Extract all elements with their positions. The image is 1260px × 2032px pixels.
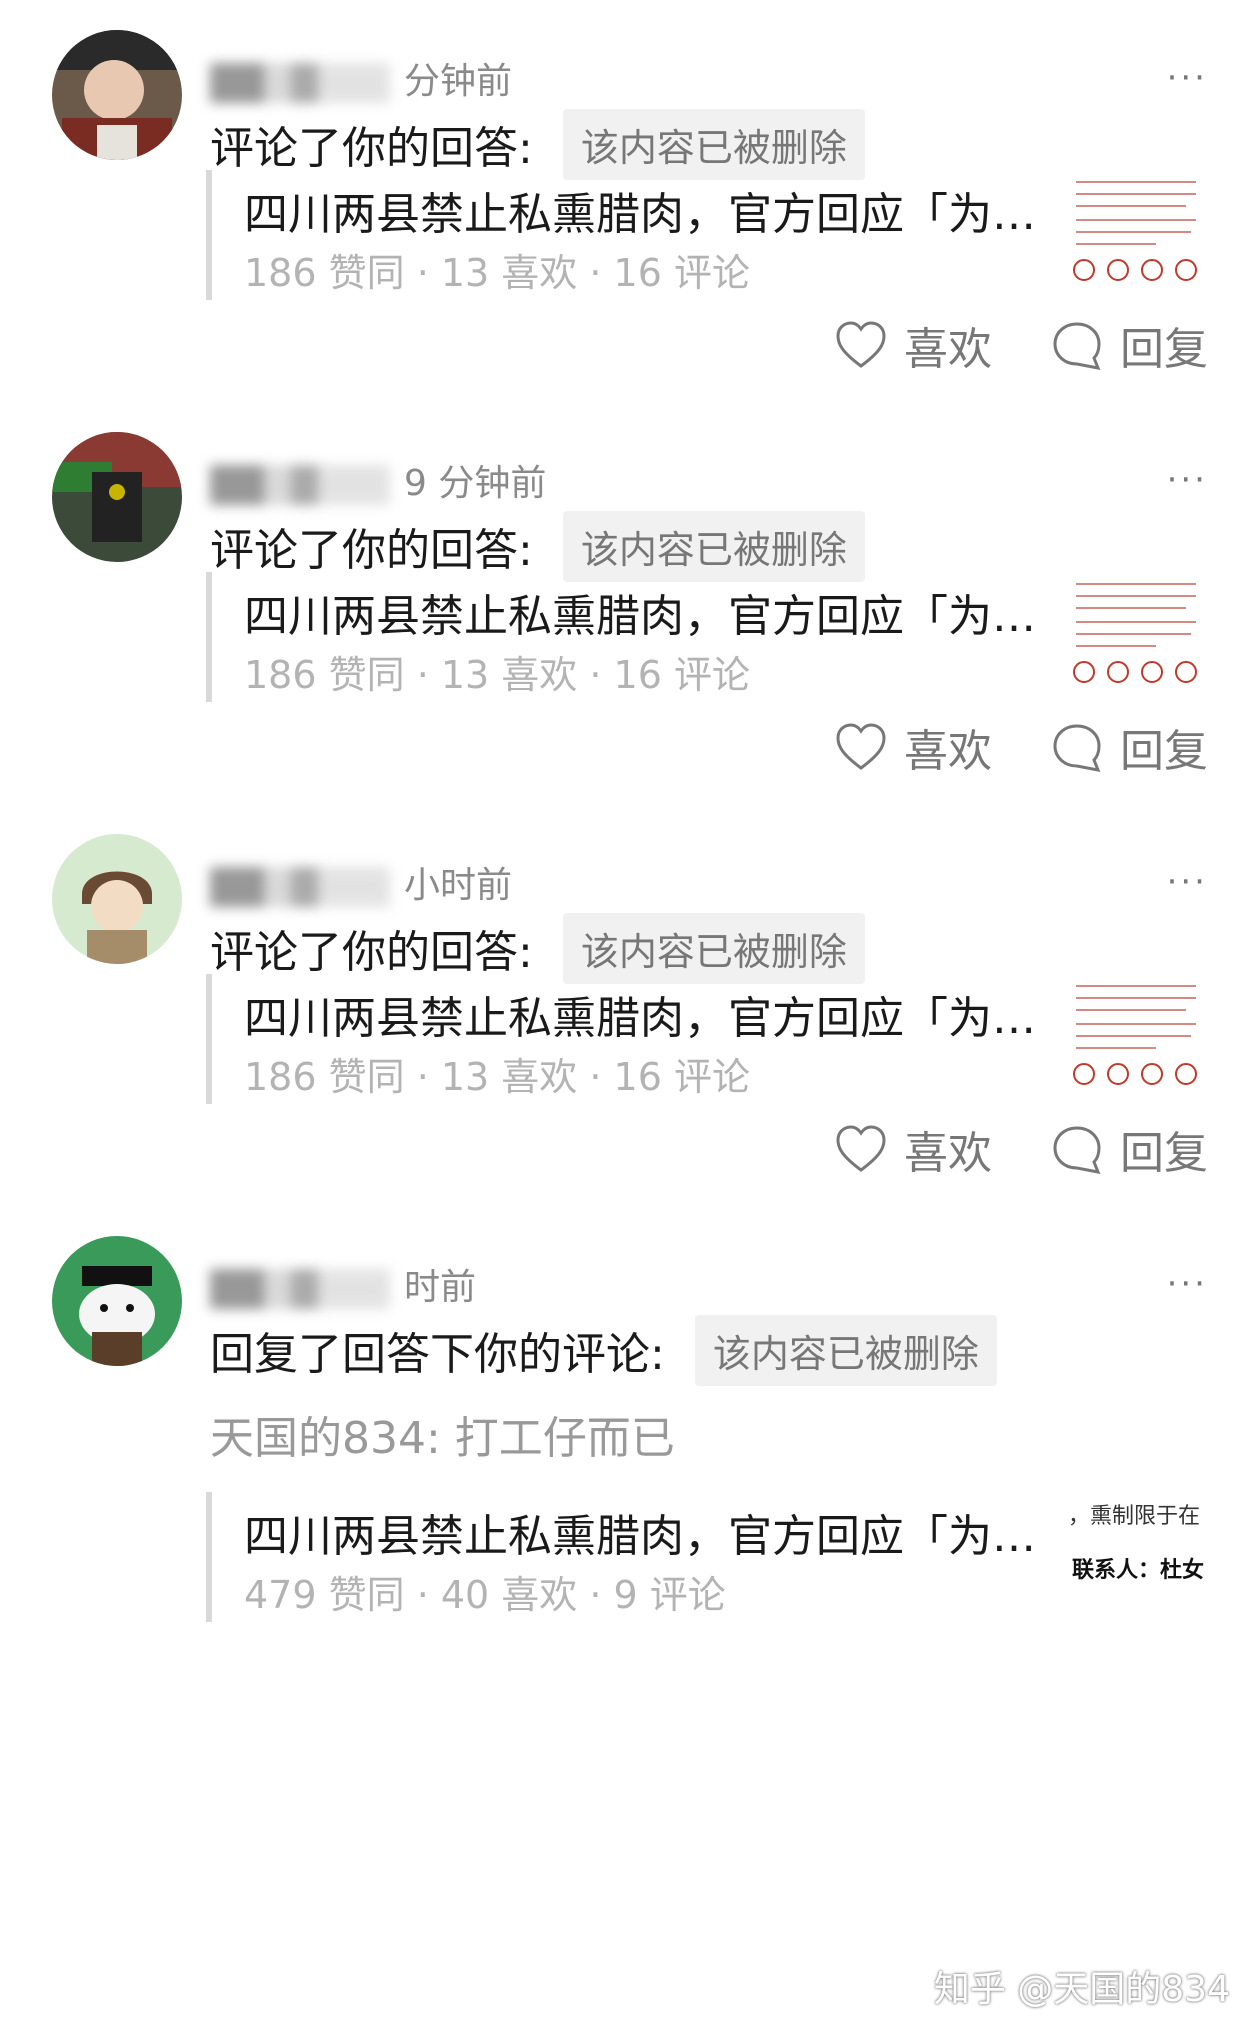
thumb-text-1: ，熏制限于在 <box>1068 1504 1201 1529</box>
heart-icon <box>836 1125 886 1172</box>
action-row: 评论了你的回答: 该内容已被删除 <box>210 108 865 180</box>
reply-button[interactable]: 回复 <box>1048 313 1208 377</box>
like-button[interactable]: 喜欢 <box>832 313 992 377</box>
speech-bubble-icon <box>1053 724 1101 772</box>
more-dots-icon[interactable]: ··· <box>1167 1264 1208 1304</box>
reply-button[interactable]: 回复 <box>1048 715 1208 779</box>
like-button[interactable]: 喜欢 <box>832 715 992 779</box>
ref-title: 四川两县禁止私熏腊肉，官方回应「为… <box>244 189 1036 240</box>
ref-stats: 186 赞同 · 13 喜欢 · 16 评论 <box>244 653 750 697</box>
username-and-time: 小时前 <box>210 856 512 908</box>
watermark: 知乎 @天国的834 <box>933 1969 1230 2010</box>
card-footer: 喜欢 回复 <box>776 310 1208 380</box>
action-row: 回复了回答下你的评论: 该内容已被删除 <box>210 1314 997 1386</box>
blurred-username <box>210 1269 390 1309</box>
avatar[interactable] <box>52 432 182 562</box>
action-row: 评论了你的回答: 该内容已被删除 <box>210 510 865 582</box>
card-footer: 喜欢 回复 <box>776 1114 1208 1184</box>
deleted-content-tag[interactable]: 该内容已被删除 <box>694 1314 997 1386</box>
heart-icon <box>836 321 886 368</box>
avatar[interactable] <box>52 834 182 964</box>
referenced-answer[interactable]: 四川两县禁止私熏腊肉，官方回应「为… 186 赞同 · 13 喜欢 · 16 评… <box>206 170 1206 300</box>
action-text: 评论了你的回答: <box>210 525 533 576</box>
ref-title: 四川两县禁止私熏腊肉，官方回应「为… <box>244 993 1036 1044</box>
blurred-username <box>210 867 390 907</box>
quoted-comment[interactable]: 天国的834: 打工仔而已 <box>210 1402 675 1466</box>
document-thumbnail: ，熏制限于在 联系人：杜女 <box>1066 1492 1206 1622</box>
ref-stats: 186 赞同 · 13 喜欢 · 16 评论 <box>244 1055 750 1099</box>
heart-icon <box>836 723 886 770</box>
ref-stats: 186 赞同 · 13 喜欢 · 16 评论 <box>244 251 750 295</box>
blurred-username <box>210 63 390 103</box>
time-text: 小时前 <box>404 865 513 906</box>
action-text: 评论了你的回答: <box>210 123 533 174</box>
action-text: 回复了回答下你的评论: <box>210 1329 665 1380</box>
thumb-text-2: 联系人：杜女 <box>1072 1558 1205 1583</box>
deleted-content-tag[interactable]: 该内容已被删除 <box>562 108 865 180</box>
more-dots-icon[interactable]: ··· <box>1167 862 1208 902</box>
more-dots-icon[interactable]: ··· <box>1167 460 1208 500</box>
document-thumbnail <box>1066 974 1206 1104</box>
like-label: 喜欢 <box>904 726 992 777</box>
speech-bubble-icon <box>1053 322 1101 370</box>
deleted-content-tag[interactable]: 该内容已被删除 <box>562 510 865 582</box>
ref-title: 四川两县禁止私熏腊肉，官方回应「为… <box>244 1511 1036 1562</box>
username-and-time: 9 分钟前 <box>210 454 546 506</box>
like-label: 喜欢 <box>904 324 992 375</box>
ref-stats: 479 赞同 · 40 喜欢 · 9 评论 <box>244 1573 726 1617</box>
avatar[interactable] <box>52 30 182 160</box>
username-and-time: 分钟前 <box>210 52 512 104</box>
referenced-answer[interactable]: 四川两县禁止私熏腊肉，官方回应「为… 479 赞同 · 40 喜欢 · 9 评论… <box>206 1492 1206 1622</box>
like-button[interactable]: 喜欢 <box>832 1117 992 1181</box>
document-thumbnail <box>1066 572 1206 702</box>
time-text: 分钟前 <box>404 61 513 102</box>
blurred-username <box>210 465 390 505</box>
speech-bubble-icon <box>1053 1126 1101 1174</box>
referenced-answer[interactable]: 四川两县禁止私熏腊肉，官方回应「为… 186 赞同 · 13 喜欢 · 16 评… <box>206 572 1206 702</box>
reply-button[interactable]: 回复 <box>1048 1117 1208 1181</box>
card-footer: 喜欢 回复 <box>776 712 1208 782</box>
time-text: 时前 <box>404 1267 477 1308</box>
action-text: 评论了你的回答: <box>210 927 533 978</box>
document-thumbnail <box>1066 170 1206 300</box>
ref-title: 四川两县禁止私熏腊肉，官方回应「为… <box>244 591 1036 642</box>
reply-label: 回复 <box>1120 1128 1208 1179</box>
reply-label: 回复 <box>1120 324 1208 375</box>
time-text: 9 分钟前 <box>404 463 547 504</box>
deleted-content-tag[interactable]: 该内容已被删除 <box>562 912 865 984</box>
action-row: 评论了你的回答: 该内容已被删除 <box>210 912 865 984</box>
avatar[interactable] <box>52 1236 182 1366</box>
more-dots-icon[interactable]: ··· <box>1167 58 1208 98</box>
referenced-answer[interactable]: 四川两县禁止私熏腊肉，官方回应「为… 186 赞同 · 13 喜欢 · 16 评… <box>206 974 1206 1104</box>
username-and-time: 时前 <box>210 1258 476 1310</box>
like-label: 喜欢 <box>904 1128 992 1179</box>
reply-label: 回复 <box>1120 726 1208 777</box>
